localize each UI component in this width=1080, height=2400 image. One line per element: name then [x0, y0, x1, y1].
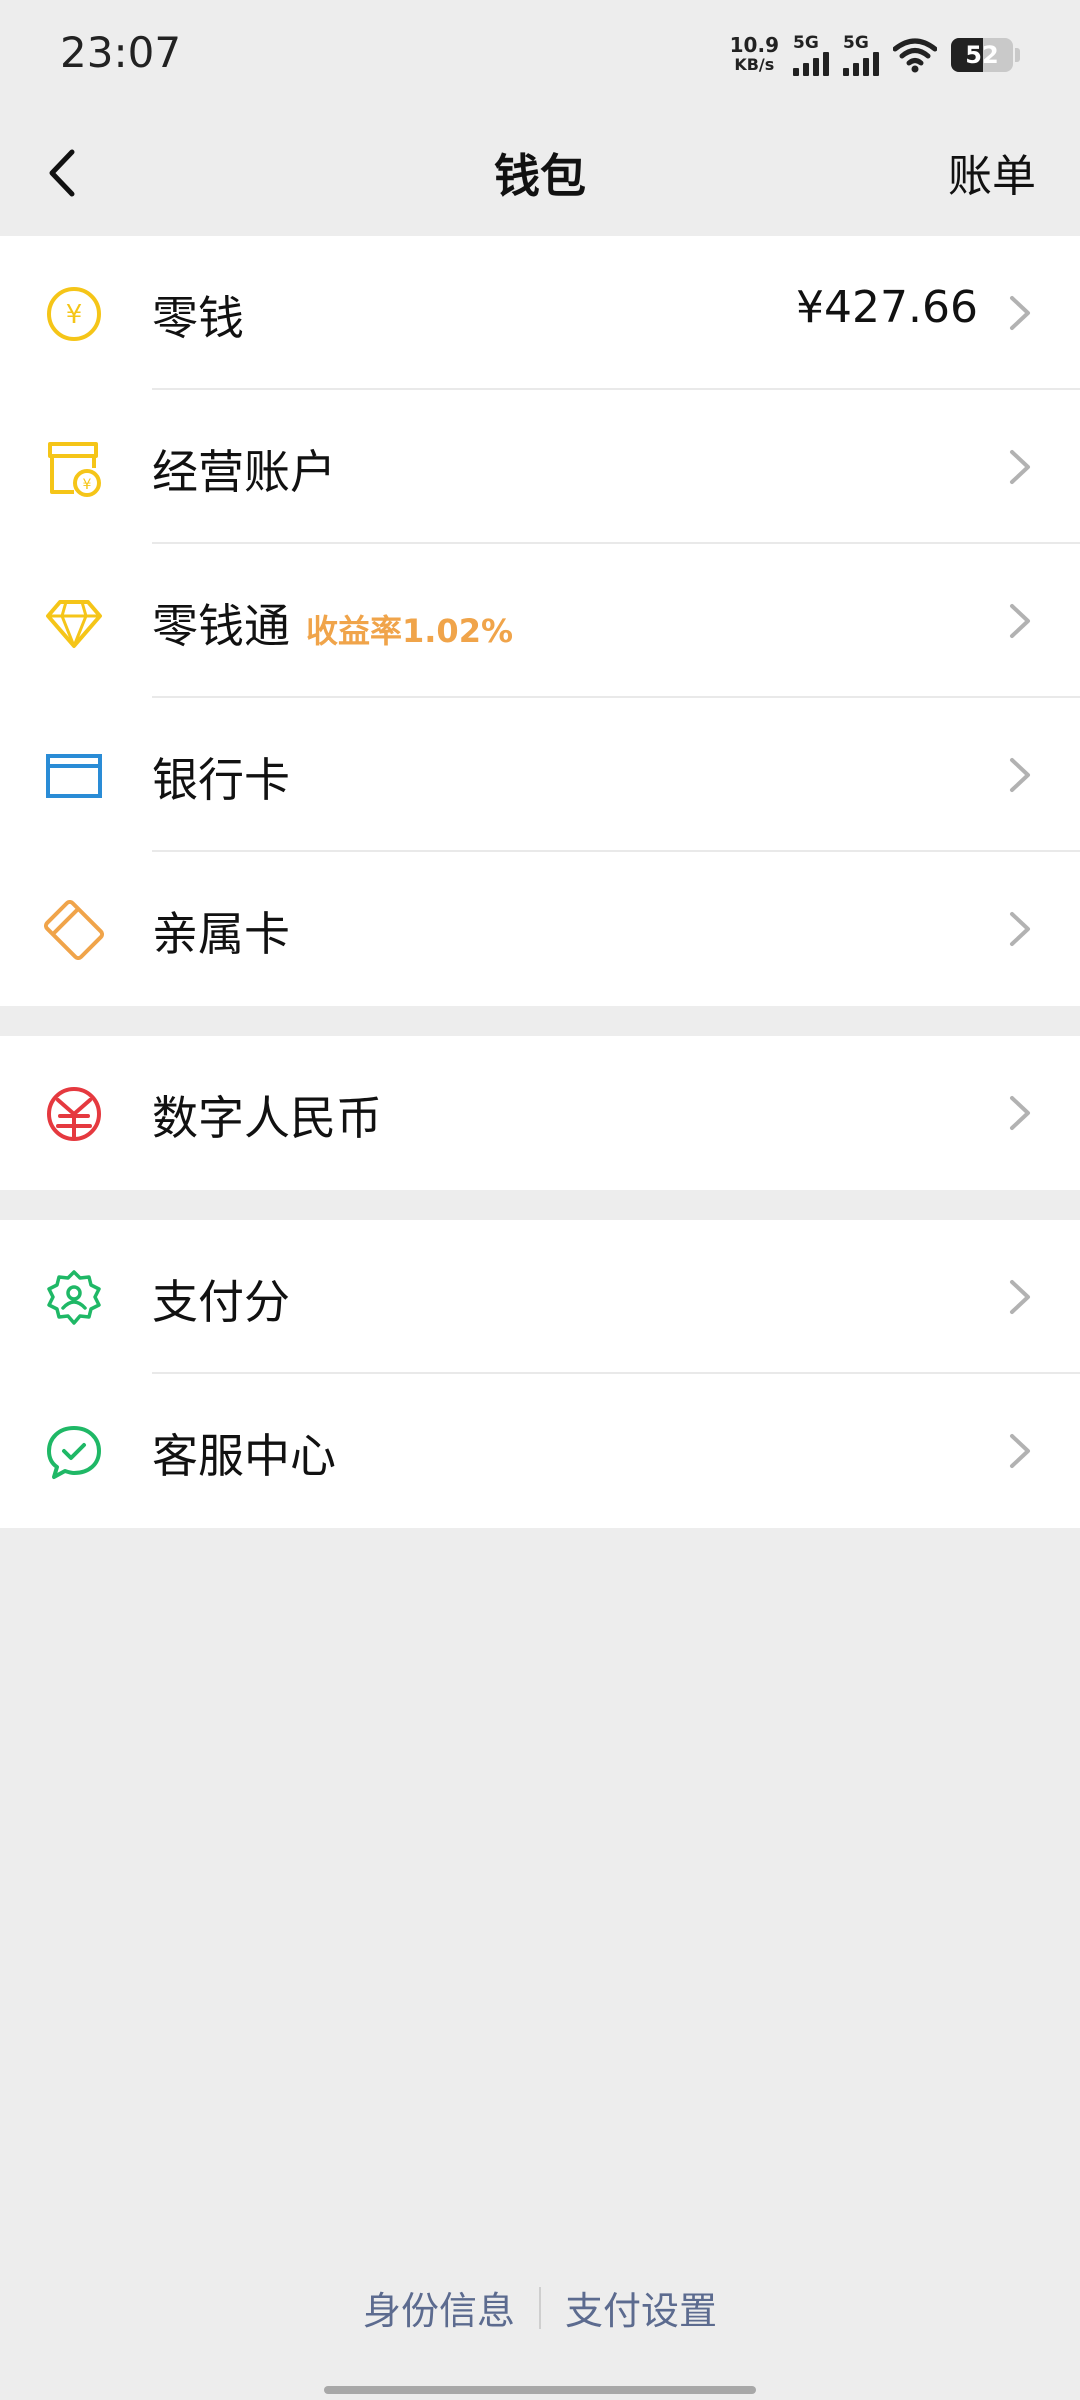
list-item-label: 数字人民币 [152, 1091, 382, 1145]
list-item-customer-service[interactable]: 客服中心 [0, 1374, 1080, 1528]
wallet-group-services: 支付分 客服中心 [0, 1220, 1080, 1528]
list-item-label: 亲属卡 [152, 907, 290, 961]
chevron-right-icon [1010, 450, 1030, 484]
list-item-label: 零钱 [152, 291, 244, 345]
svg-text:¥: ¥ [83, 477, 92, 493]
page-title: 钱包 [494, 149, 586, 203]
wifi-icon [893, 38, 937, 73]
list-item-bank-card[interactable]: 银行卡 [0, 698, 1080, 852]
chevron-right-icon [1010, 604, 1030, 638]
customer-service-icon [47, 1426, 101, 1479]
list-item-label: 客服中心 [152, 1429, 336, 1483]
bank-card-icon [46, 754, 102, 798]
network-speed-value: 10.9 [729, 33, 779, 57]
list-item-digital-rmb[interactable]: 数字人民币 [0, 1036, 1080, 1190]
list-item-change[interactable]: ¥ 零钱 ¥427.66 [0, 236, 1080, 390]
status-bar: 23:07 10.9 KB/s 5G 5G 52 [0, 0, 1080, 110]
list-item-label: 银行卡 [152, 753, 290, 807]
diamond-icon [46, 600, 102, 648]
identity-info-link[interactable]: 身份信息 [339, 2280, 539, 2335]
battery-icon: 52 [951, 38, 1013, 72]
chevron-right-icon [1010, 912, 1030, 946]
list-item-label-text: 零钱通 [152, 599, 290, 653]
wallet-group-main: ¥ 零钱 ¥427.66 ¥ 经营账户 零钱通 收益率1.02% 银行卡 亲属卡 [0, 236, 1080, 1006]
digital-rmb-icon [47, 1087, 101, 1141]
yield-rate-badge: 收益率1.02% [306, 612, 514, 650]
list-item-business-account[interactable]: ¥ 经营账户 [0, 390, 1080, 544]
list-item-lqt[interactable]: 零钱通 收益率1.02% [0, 544, 1080, 698]
chevron-right-icon [1010, 758, 1030, 792]
chevron-right-icon [1010, 1096, 1030, 1130]
wallet-group-digital-rmb: 数字人民币 [0, 1036, 1080, 1190]
svg-text:¥: ¥ [66, 300, 83, 330]
network-speed-unit: KB/s [734, 55, 775, 74]
list-item-pay-score[interactable]: 支付分 [0, 1220, 1080, 1374]
payment-settings-link[interactable]: 支付设置 [541, 2280, 741, 2335]
bill-button[interactable]: 账单 [948, 140, 1036, 204]
shop-account-icon: ¥ [48, 442, 101, 497]
yuan-coin-icon: ¥ [47, 287, 101, 341]
wallet-page: 23:07 10.9 KB/s 5G 5G 52 钱包 账单 ¥ 零钱 ¥427… [0, 0, 1080, 2400]
home-indicator[interactable] [324, 2386, 756, 2394]
pay-score-icon [47, 1270, 101, 1325]
sim2-type: 5G [843, 32, 869, 53]
chevron-right-icon [1010, 1280, 1030, 1314]
nav-bar: 钱包 账单 [0, 110, 1080, 236]
list-item-family-card[interactable]: 亲属卡 [0, 852, 1080, 1006]
chevron-right-icon [1010, 296, 1030, 330]
battery-cap [1015, 48, 1020, 62]
status-icons: 10.9 KB/s 5G 5G 52 [730, 30, 1020, 80]
balance-value: ¥427.66 [796, 282, 978, 333]
list-item-label: 零钱通 收益率1.02% [152, 590, 513, 656]
signal-sim2-icon: 5G [843, 32, 879, 76]
list-item-label: 支付分 [152, 1275, 290, 1329]
signal-sim1-icon: 5G [793, 32, 829, 76]
list-item-label: 经营账户 [152, 445, 336, 499]
footer-links: 身份信息 支付设置 [0, 2280, 1080, 2335]
chevron-right-icon [1010, 1434, 1030, 1468]
network-speed: 10.9 KB/s [730, 35, 779, 75]
status-time: 23:07 [60, 28, 182, 77]
family-card-icon [44, 900, 104, 960]
sim1-type: 5G [793, 32, 819, 53]
battery-percent: 52 [965, 41, 999, 69]
